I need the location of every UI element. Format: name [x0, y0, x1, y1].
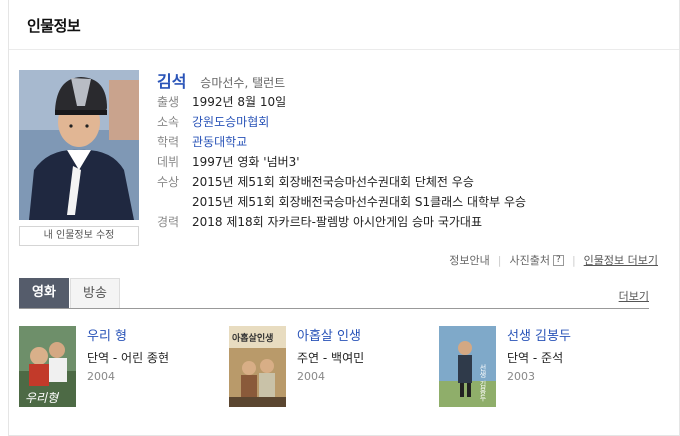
movie-info: 선생 김봉두 단역 - 준석 2003 [507, 327, 571, 385]
source-row: 정보안내 | 사진출처 ? | 인물정보 더보기 [449, 252, 658, 268]
person-name[interactable]: 김석 [157, 72, 186, 91]
divider: | [497, 253, 502, 267]
award-list: 2015년 제51회 회장배전국승마선수권대회 단체전 우승 2015년 제51… [192, 172, 526, 212]
name-row: 김석 승마선수, 탤런트 [157, 68, 657, 91]
info-guide-link[interactable]: 정보안내 [449, 252, 489, 268]
org-link[interactable]: 강원도승마협회 [192, 112, 269, 132]
org-key: 소속 [157, 115, 180, 129]
school-link[interactable]: 관동대학교 [192, 132, 247, 152]
movie-poster[interactable]: 우리형 [19, 326, 76, 407]
born-row: 출생 1992년 8월 10일 [157, 92, 657, 112]
movie-title[interactable]: 아홉살 인생 [297, 327, 364, 347]
person-more-link[interactable]: 인물정보 더보기 [584, 252, 658, 268]
born-key: 출생 [157, 95, 180, 109]
debut-row: 데뷔 1997년 영화 '넘버3' [157, 152, 657, 172]
card-header: 인물정보 [9, 0, 679, 50]
movie-info: 우리 형 단역 - 어린 종현 2004 [87, 327, 169, 385]
filmography-tabs: 영화 방송 더보기 [19, 278, 649, 309]
career-key: 경력 [157, 215, 180, 229]
movie-title[interactable]: 선생 김봉두 [507, 327, 571, 347]
tab-movies[interactable]: 영화 [19, 278, 69, 308]
award-key: 수상 [157, 175, 180, 189]
tab-broadcast[interactable]: 방송 [70, 278, 120, 308]
card-title: 인물정보 [27, 17, 81, 35]
movie-year: 2004 [87, 370, 115, 383]
person-job: 승마선수, 탤런트 [200, 76, 286, 90]
poster-title: 우리형 [25, 391, 60, 405]
career-value: 2018 제18회 자카르타-팔렘방 아시안게임 승마 국가대표 [192, 215, 483, 229]
movie-item: 우리형 우리 형 단역 - 어린 종현 2004 [19, 326, 219, 408]
movie-poster[interactable]: 선생 김봉두 [439, 326, 496, 407]
poster-title: 아홉살인생 [232, 332, 273, 344]
career-row: 경력 2018 제18회 자카르타-팔렘방 아시안게임 승마 국가대표 [157, 212, 657, 232]
movie-item: 선생 김봉두 선생 김봉두 단역 - 준석 2003 [439, 326, 639, 408]
born-value: 1992년 8월 10일 [192, 95, 287, 109]
movie-poster[interactable]: 아홉살인생 [229, 326, 286, 407]
award-item: 2015년 제51회 회장배전국승마선수권대회 단체전 우승 [192, 175, 474, 189]
movie-item: 아홉살인생 아홉살 인생 주연 - 백여민 2004 [229, 326, 429, 408]
movie-info: 아홉살 인생 주연 - 백여민 2004 [297, 327, 364, 385]
movie-role: 단역 - 어린 종현 [87, 351, 170, 365]
debut-key: 데뷔 [157, 155, 180, 169]
profile-info: 김석 승마선수, 탤런트 출생 1992년 8월 10일 소속 강원도승마협회 … [157, 68, 657, 232]
divider: | [571, 253, 576, 267]
debut-value: 1997년 영화 '넘버3' [192, 155, 300, 169]
profile-photo-container [19, 70, 139, 220]
photo-source-link[interactable]: 사진출처 [509, 252, 549, 268]
movie-year: 2004 [297, 370, 325, 383]
edit-profile-button[interactable]: 내 인물정보 수정 [19, 226, 139, 246]
filmography-more-link[interactable]: 더보기 [619, 288, 649, 304]
movie-role: 단역 - 준석 [507, 351, 564, 365]
help-icon[interactable]: ? [552, 254, 564, 266]
poster-title: 선생 김봉두 [479, 363, 487, 402]
award-item: 2015년 제51회 회장배전국승마선수권대회 S1클래스 대학부 우승 [192, 195, 527, 209]
movie-title[interactable]: 우리 형 [87, 327, 169, 347]
profile-photo[interactable] [19, 70, 139, 220]
school-key: 학력 [157, 135, 180, 149]
award-row: 수상 2015년 제51회 회장배전국승마선수권대회 단체전 우승 2015년 … [157, 172, 657, 212]
school-row: 학력 관동대학교 [157, 132, 657, 152]
movie-role: 주연 - 백여민 [297, 351, 365, 365]
movie-year: 2003 [507, 370, 535, 383]
org-row: 소속 강원도승마협회 [157, 112, 657, 132]
